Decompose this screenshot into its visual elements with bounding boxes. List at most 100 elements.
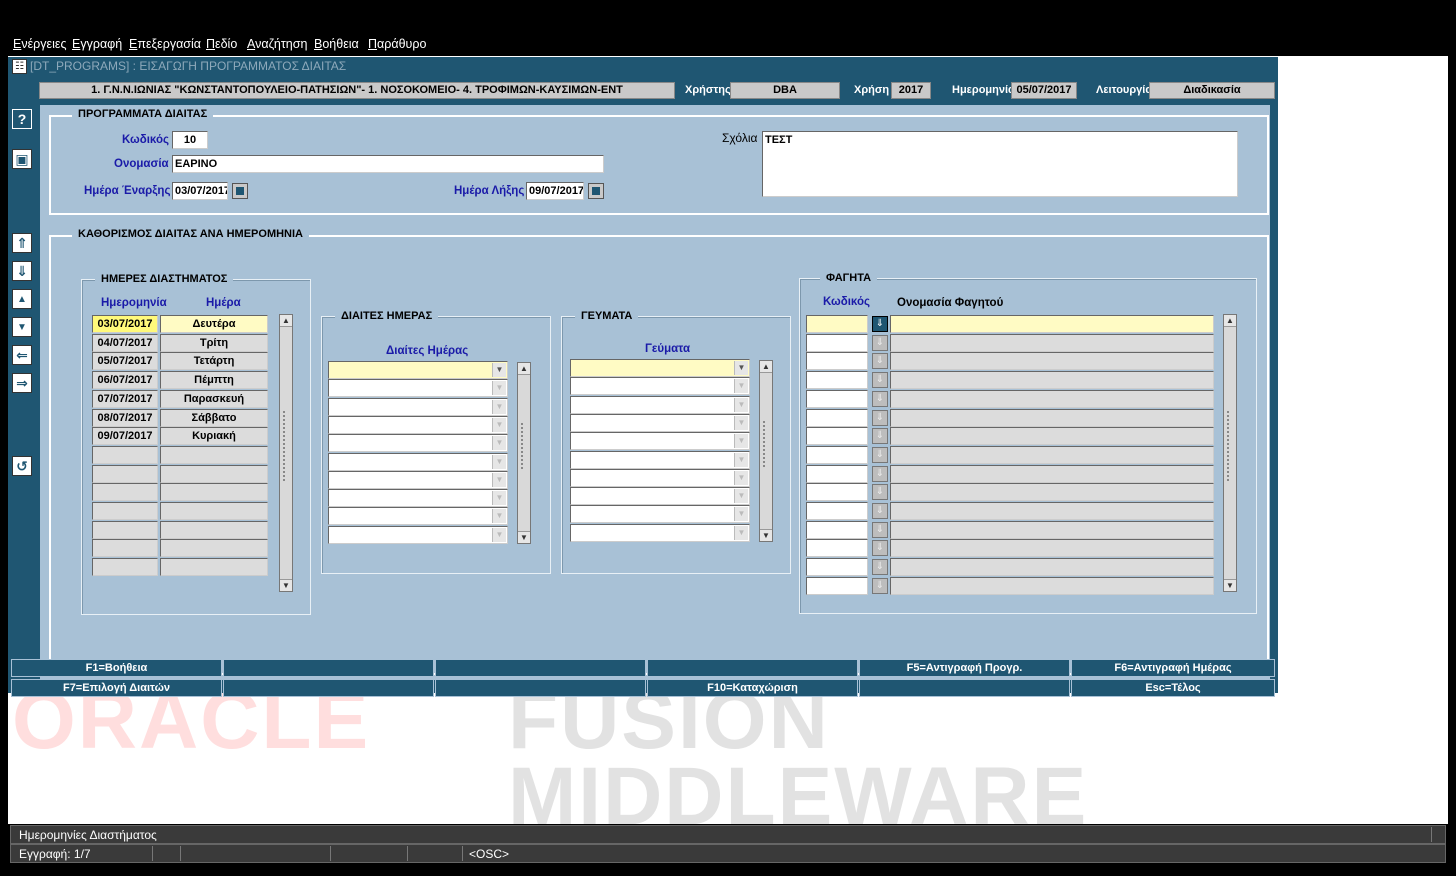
meal-combo[interactable]: ▼ (570, 377, 750, 396)
meals-scrollbar[interactable]: ▲ ▼ (759, 360, 773, 542)
days-scroll-up-icon[interactable]: ▲ (280, 315, 292, 327)
comments-field[interactable]: ΤΕΣΤ (762, 131, 1238, 197)
days-scroll-down-icon[interactable]: ▼ (280, 579, 292, 591)
meal-combo[interactable]: ▼ (570, 395, 750, 414)
list-of-values-icon[interactable]: ⇓ (872, 484, 888, 501)
end-date-field[interactable]: 09/07/2017 (526, 182, 584, 200)
save-button[interactable]: ▣ (12, 149, 32, 169)
days-day-cell[interactable] (160, 464, 268, 483)
days-day-cell[interactable]: Τρίτη (160, 333, 268, 352)
food-code-cell[interactable] (806, 558, 868, 577)
food-code-cell[interactable] (806, 352, 868, 371)
days-date-cell[interactable] (92, 502, 158, 520)
food-name-cell[interactable] (890, 315, 1214, 333)
chevron-down-icon[interactable]: ▼ (734, 525, 748, 540)
days-day-cell[interactable] (160, 445, 268, 464)
first-record-button[interactable]: ⇑ (12, 233, 32, 253)
days-date-cell[interactable] (92, 520, 158, 539)
food-code-cell[interactable] (806, 464, 868, 483)
food-name-cell[interactable] (890, 371, 1214, 390)
days-day-cell[interactable] (160, 558, 268, 577)
food-name-cell[interactable] (890, 558, 1214, 577)
meals-scroll-down-icon[interactable]: ▼ (760, 529, 772, 541)
meal-combo[interactable]: ▼ (570, 487, 750, 506)
fkey-f1-help[interactable]: F1=Βοήθεια (11, 659, 222, 677)
days-day-cell[interactable]: Πέμπτη (160, 371, 268, 390)
menu-edit[interactable]: Επεξεργασία (129, 37, 201, 51)
days-day-cell[interactable] (160, 502, 268, 520)
list-of-values-icon[interactable]: ⇓ (872, 409, 888, 426)
meal-combo[interactable]: ▼ (570, 505, 750, 524)
fkey-esc-exit[interactable]: Esc=Τέλος (1071, 679, 1275, 697)
foods-scroll-thumb[interactable] (1227, 411, 1233, 481)
code-field[interactable]: 10 (172, 131, 208, 149)
chevron-down-icon[interactable]: ▼ (734, 470, 748, 485)
meals-scroll-up-icon[interactable]: ▲ (760, 361, 772, 373)
diet-combo[interactable]: ▼ (328, 525, 508, 544)
menu-window[interactable]: Παράθυρο (368, 37, 426, 51)
days-day-cell[interactable] (160, 539, 268, 558)
last-record-button[interactable]: ⇓ (12, 261, 32, 281)
end-calendar-icon[interactable] (588, 183, 604, 199)
list-of-values-icon[interactable]: ⇓ (872, 540, 888, 557)
diet-combo[interactable]: ▼ (328, 434, 508, 453)
days-day-cell[interactable]: Σάββατο (160, 408, 268, 427)
meal-combo[interactable]: ▼ (570, 523, 750, 542)
meals-scroll-thumb[interactable] (763, 421, 769, 467)
diets-scroll-thumb[interactable] (521, 423, 527, 469)
foods-scrollbar[interactable]: ▲ ▼ (1223, 314, 1237, 592)
food-name-cell[interactable] (890, 389, 1214, 408)
chevron-down-icon[interactable]: ▼ (734, 397, 748, 412)
help-button[interactable]: ? (12, 109, 32, 129)
fkey-empty-6[interactable] (859, 679, 1070, 697)
diet-combo[interactable]: ▼ (328, 470, 508, 489)
days-day-cell[interactable]: Τετάρτη (160, 352, 268, 371)
food-code-cell[interactable] (806, 371, 868, 390)
days-day-cell[interactable]: Κυριακή (160, 427, 268, 446)
previous-block-button[interactable]: ⇐ (12, 345, 32, 365)
list-of-values-icon[interactable]: ⇓ (872, 446, 888, 463)
chevron-down-icon[interactable]: ▼ (492, 509, 506, 524)
days-date-cell[interactable]: 03/07/2017 (92, 315, 158, 333)
chevron-down-icon[interactable]: ▼ (492, 491, 506, 506)
days-date-cell[interactable]: 07/07/2017 (92, 389, 158, 408)
list-of-values-icon[interactable]: ⇓ (872, 353, 888, 370)
meal-combo[interactable]: ▼ (570, 413, 750, 432)
foods-scroll-down-icon[interactable]: ▼ (1224, 579, 1236, 591)
food-code-cell[interactable] (806, 539, 868, 558)
food-code-cell[interactable] (806, 520, 868, 539)
days-day-cell[interactable]: Παρασκευή (160, 389, 268, 408)
chevron-down-icon[interactable]: ▼ (492, 399, 506, 414)
food-name-cell[interactable] (890, 576, 1214, 595)
days-date-cell[interactable] (92, 483, 158, 502)
chevron-down-icon[interactable]: ▼ (492, 363, 506, 377)
food-name-cell[interactable] (890, 502, 1214, 520)
food-code-cell[interactable] (806, 445, 868, 464)
fkey-empty-4[interactable] (223, 679, 434, 697)
menu-help[interactable]: Βοήθεια (314, 37, 359, 51)
days-scroll-thumb[interactable] (283, 411, 289, 481)
chevron-down-icon[interactable]: ▼ (734, 489, 748, 504)
previous-record-button[interactable]: ▲ (12, 289, 32, 309)
menu-record[interactable]: Εγγραφή (72, 37, 122, 51)
foods-scroll-up-icon[interactable]: ▲ (1224, 315, 1236, 327)
food-code-cell[interactable] (806, 408, 868, 427)
fkey-f10-commit[interactable]: F10=Καταχώριση (647, 679, 858, 697)
food-code-cell[interactable] (806, 483, 868, 502)
days-day-cell[interactable]: Δευτέρα (160, 315, 268, 333)
food-code-cell[interactable] (806, 427, 868, 446)
window-titlebar[interactable]: ☷ [DT_PROGRAMS] : ΕΙΣΑΓΩΓΗ ΠΡΟΓΡΑΜΜΑΤΟΣ … (8, 57, 1278, 75)
list-of-values-icon[interactable]: ⇓ (872, 577, 888, 594)
diet-combo[interactable]: ▼ (328, 397, 508, 416)
fkey-f5-copy-program[interactable]: F5=Αντιγραφή Προγρ. (859, 659, 1070, 677)
food-name-cell[interactable] (890, 464, 1214, 483)
chevron-down-icon[interactable]: ▼ (492, 381, 506, 396)
meal-combo[interactable]: ▼ (570, 432, 750, 451)
chevron-down-icon[interactable]: ▼ (734, 415, 748, 430)
list-of-values-icon[interactable]: ⇓ (872, 390, 888, 407)
days-scrollbar[interactable]: ▲ ▼ (279, 314, 293, 592)
fkey-empty-1[interactable] (223, 659, 434, 677)
diet-combo[interactable]: ▼ (328, 361, 508, 379)
chevron-down-icon[interactable]: ▼ (492, 417, 506, 432)
list-of-values-icon[interactable]: ⇓ (872, 521, 888, 538)
